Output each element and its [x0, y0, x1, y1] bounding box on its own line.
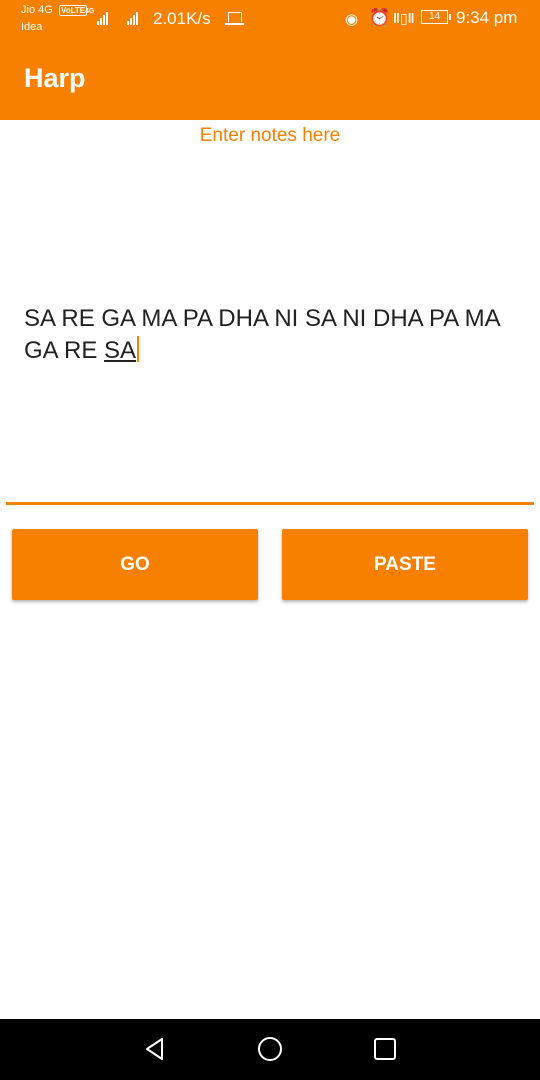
notes-input[interactable]: SA RE GA MA PA DHA NI SA NI DHA PA MA GA… [24, 303, 514, 367]
laptop-icon [225, 12, 244, 25]
signal-icon [127, 11, 138, 25]
alarm-icon: ⏰ [369, 8, 391, 27]
app-title: Harp [24, 63, 86, 93]
vibrate-icon: ‖▯‖ [393, 10, 415, 26]
app-bar: Harp [0, 40, 540, 120]
signal-icon [97, 11, 108, 25]
carrier-secondary: Idea [21, 21, 43, 33]
carrier-primary: Jio 4G [21, 4, 53, 16]
notes-text: SA RE GA MA PA DHA NI SA NI DHA PA MA GA… [24, 305, 500, 364]
network-type: 4G [85, 8, 95, 15]
network-speed: 2.01K/s [153, 9, 211, 28]
notes-input-underline [6, 502, 534, 505]
notes-hint: Enter notes here [199, 125, 341, 146]
navigation-bar [0, 1019, 540, 1080]
paste-button[interactable]: PASTE [282, 529, 528, 600]
eye-icon: ◉ [345, 11, 359, 28]
battery-level: 14 [428, 11, 441, 22]
volte-badge: VoLTE [59, 5, 88, 16]
back-icon[interactable] [142, 1036, 168, 1062]
notes-text-composing: SA [104, 337, 137, 364]
text-cursor [137, 336, 140, 362]
recents-icon[interactable] [372, 1036, 398, 1062]
battery-icon: 14 [421, 10, 451, 24]
go-button[interactable]: GO [12, 529, 258, 600]
status-bar: Jio 4G Idea VoLTE 4G 2.01K/s ◉ ⏰ ‖▯‖ 14 … [0, 0, 540, 40]
clock: 9:34 pm [456, 8, 518, 27]
home-icon[interactable] [257, 1036, 283, 1062]
